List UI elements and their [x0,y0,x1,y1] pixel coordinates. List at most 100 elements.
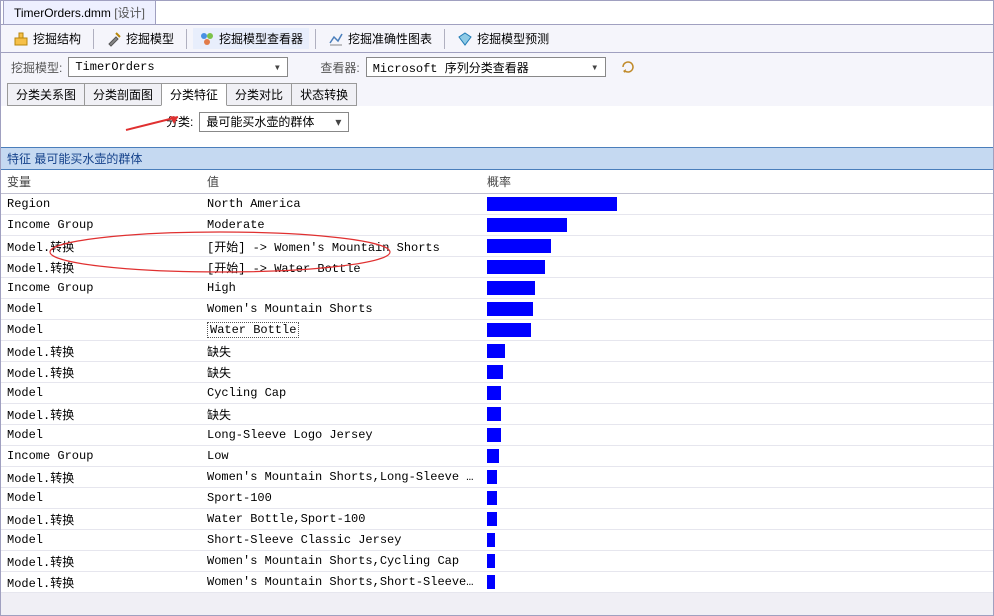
cell-variable: Model.转换 [1,406,201,423]
probability-bar [487,470,497,484]
refresh-icon[interactable] [620,59,636,75]
cluster-combo[interactable]: 最可能买水壶的群体 ▾ [199,112,349,132]
cell-probability [481,491,993,505]
cell-probability [481,239,993,253]
cell-value: Women's Mountain Shorts,Short-Sleeve C..… [201,575,481,589]
cell-probability [481,218,993,232]
cell-variable: Model [1,428,201,442]
chevron-down-icon: ▾ [587,60,603,75]
cell-probability [481,512,993,526]
filter-value: 最可能买水壶的群体 [206,113,314,130]
mining-model-combo[interactable]: TimerOrders ▾ [68,57,288,77]
cell-value: 缺失 [201,343,481,360]
model-label: 挖掘模型: [11,59,62,76]
viewer-sub-tabs: 分类关系图 分类剖面图 分类特征 分类对比 状态转换 [1,81,993,106]
table-row[interactable]: Model.转换[开始] -> Water Bottle [1,257,993,278]
table-row[interactable]: Model.转换缺失 [1,404,993,425]
table-row[interactable]: ModelShort-Sleeve Classic Jersey [1,530,993,551]
probability-bar [487,554,495,568]
tab-cluster-characteristics[interactable]: 分类特征 [161,83,227,106]
mining-structure-button[interactable]: 挖掘结构 [7,28,87,49]
cell-variable: Model.转换 [1,511,201,528]
cell-value: Short-Sleeve Classic Jersey [201,533,481,547]
probability-bar [487,239,551,253]
table-row[interactable]: Income GroupModerate [1,215,993,236]
cell-probability [481,407,993,421]
mining-accuracy-button[interactable]: 挖掘准确性图表 [322,28,438,49]
mining-viewer-button[interactable]: 挖掘模型查看器 [193,28,309,49]
table-row[interactable]: Model.转换Water Bottle,Sport-100 [1,509,993,530]
cell-variable: Model [1,386,201,400]
params-row: 挖掘模型: TimerOrders ▾ 查看器: Microsoft 序列分类查… [1,53,993,81]
probability-bar [487,260,545,274]
cell-variable: Model.转换 [1,343,201,360]
chart-icon [328,31,344,47]
table-row[interactable]: Income GroupHigh [1,278,993,299]
probability-bar [487,218,567,232]
cell-probability [481,386,993,400]
cell-value: Cycling Cap [201,386,481,400]
probability-bar [487,407,501,421]
probability-bar [487,386,501,400]
tab-cluster-diagram[interactable]: 分类关系图 [7,83,85,106]
tab-state-transitions[interactable]: 状态转换 [291,83,357,106]
probability-bar [487,428,501,442]
table-row[interactable]: ModelWomen's Mountain Shorts [1,299,993,320]
tab-cluster-discrimination[interactable]: 分类对比 [226,83,292,106]
grid-body: RegionNorth AmericaIncome GroupModerateM… [1,194,993,593]
col-variable[interactable]: 变量 [1,170,201,193]
cell-variable: Income Group [1,449,201,463]
cell-probability [481,554,993,568]
viewer-combo[interactable]: Microsoft 序列分类查看器 ▾ [366,57,606,77]
cell-variable: Model [1,491,201,505]
col-probability[interactable]: 概率 [481,170,993,193]
label: 挖掘准确性图表 [348,30,432,47]
divider [315,29,316,49]
divider [444,29,445,49]
cell-variable: Model.转换 [1,574,201,591]
cell-probability [481,470,993,484]
table-row[interactable]: RegionNorth America [1,194,993,215]
label: 挖掘模型 [126,30,174,47]
doc-tab[interactable]: TimerOrders.dmm [设计] [3,0,156,24]
divider [93,29,94,49]
table-row[interactable]: Model.转换缺失 [1,362,993,383]
table-row[interactable]: ModelWater Bottle [1,320,993,341]
divider [186,29,187,49]
table-row[interactable]: Model.转换Women's Mountain Shorts,Long-Sle… [1,467,993,488]
cell-value: Women's Mountain Shorts [201,302,481,316]
cell-value: Sport-100 [201,491,481,505]
cell-value: North America [201,197,481,211]
table-row[interactable]: Model.转换Women's Mountain Shorts,Cycling … [1,551,993,572]
cell-value: 缺失 [201,406,481,423]
filter-label: 分类: [166,113,193,130]
col-value[interactable]: 值 [201,170,481,193]
table-row[interactable]: Model.转换[开始] -> Women's Mountain Shorts [1,236,993,257]
table-row[interactable]: ModelSport-100 [1,488,993,509]
cell-probability [481,197,993,211]
table-row[interactable]: Model.转换Women's Mountain Shorts,Short-Sl… [1,572,993,593]
pickaxe-icon [106,31,122,47]
viewer-label: 查看器: [320,59,359,76]
label: 挖掘结构 [33,30,81,47]
probability-bar [487,197,617,211]
table-row[interactable]: ModelCycling Cap [1,383,993,404]
mining-model-button[interactable]: 挖掘模型 [100,28,180,49]
cell-value: [开始] -> Water Bottle [201,259,481,276]
probability-bar [487,533,495,547]
mining-toolbar: 挖掘结构 挖掘模型 挖掘模型查看器 挖掘准确性图表 挖掘模型预测 [1,25,993,53]
tab-cluster-profiles[interactable]: 分类剖面图 [84,83,162,106]
mining-predict-button[interactable]: 挖掘模型预测 [451,28,555,49]
cell-variable: Region [1,197,201,211]
cell-value: Moderate [201,218,481,232]
cell-value: Water Bottle [201,322,481,338]
table-row[interactable]: Model.转换缺失 [1,341,993,362]
cell-probability [481,344,993,358]
doc-tab-strip: TimerOrders.dmm [设计] [1,1,993,25]
table-row[interactable]: Income GroupLow [1,446,993,467]
cell-value: Women's Mountain Shorts,Long-Sleeve Lo..… [201,470,481,484]
table-row[interactable]: ModelLong-Sleeve Logo Jersey [1,425,993,446]
model-value: TimerOrders [75,60,154,74]
cell-variable: Model.转换 [1,364,201,381]
cell-probability [481,281,993,295]
